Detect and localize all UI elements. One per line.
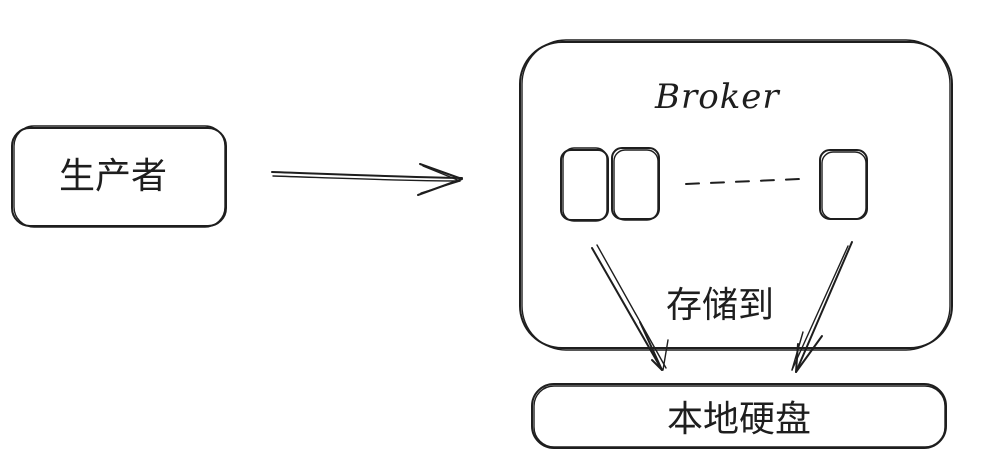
broker-title: Broker	[655, 77, 780, 117]
diagram-canvas	[11, 39, 953, 449]
disk-label: 本地硬盘	[667, 399, 812, 440]
store-arrow-left	[591, 244, 669, 371]
queue-item	[819, 149, 868, 220]
producer-to-broker-arrow	[271, 163, 463, 196]
store-to-label: 存储到	[666, 285, 775, 326]
queue-ellipsis-line	[685, 178, 801, 185]
producer-label: 生产者	[59, 156, 168, 197]
queue-item	[611, 147, 660, 221]
queue-item	[560, 147, 609, 222]
store-arrow-right	[791, 241, 853, 373]
